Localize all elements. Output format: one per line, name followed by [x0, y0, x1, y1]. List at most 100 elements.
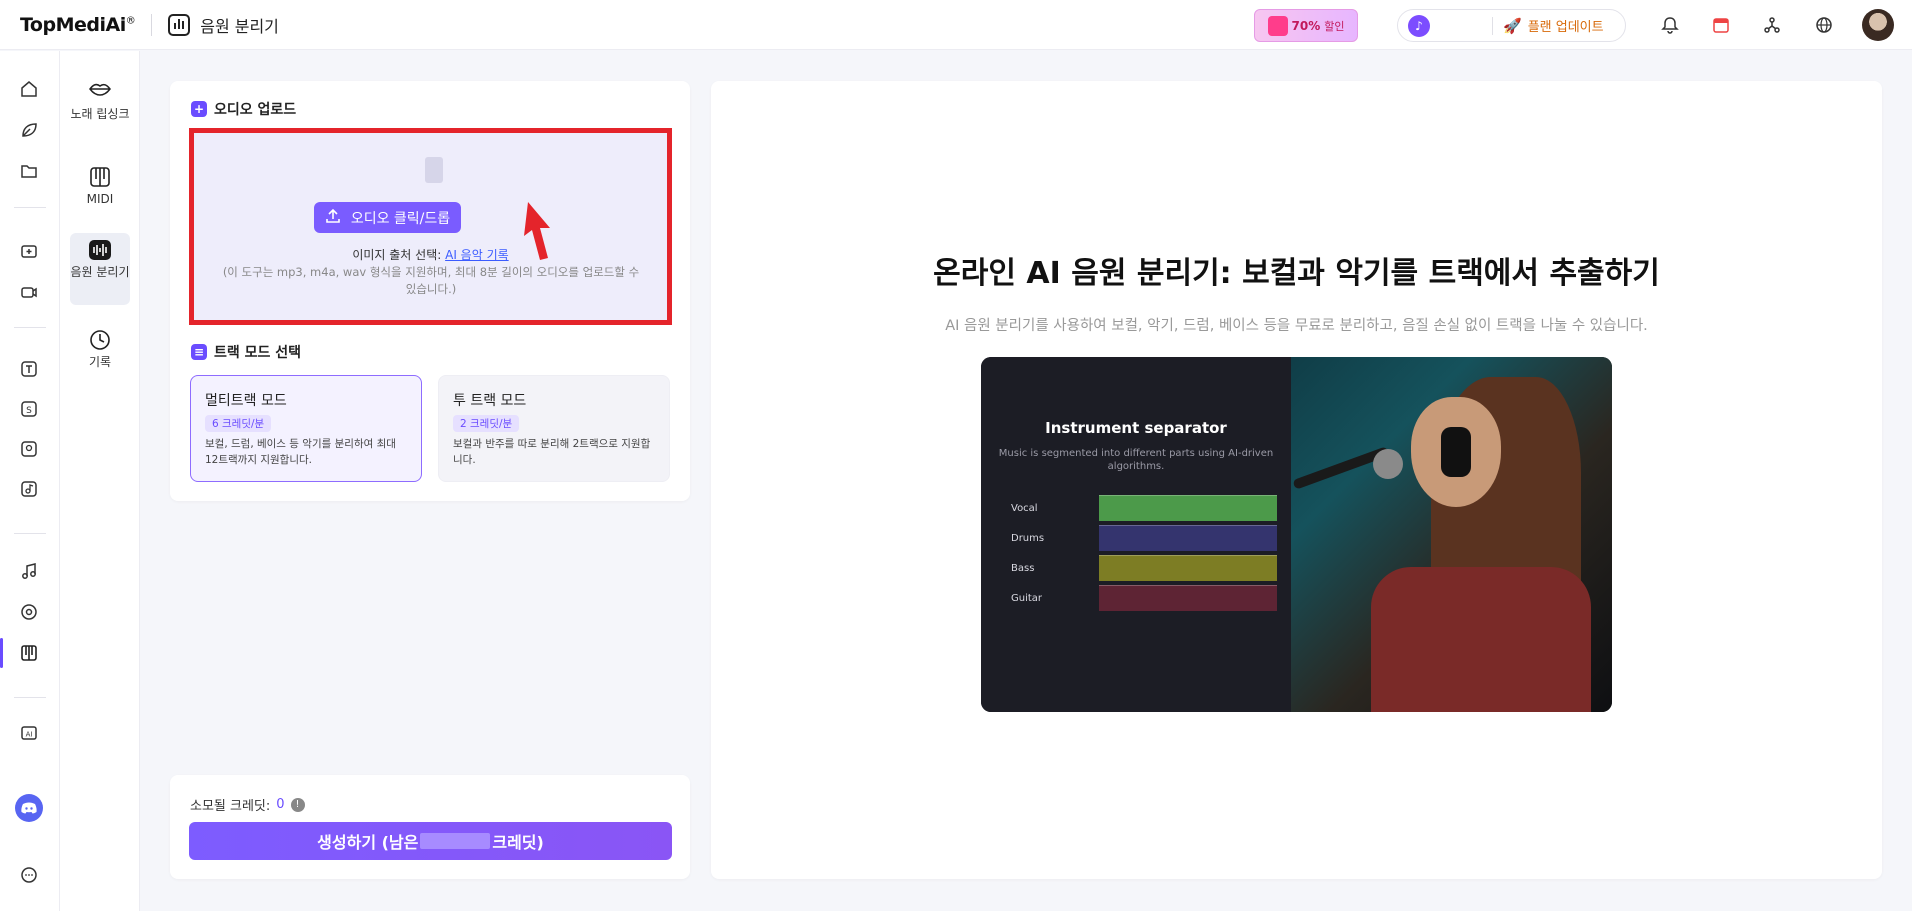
music-edit-icon[interactable] — [17, 477, 41, 501]
gift-icon — [1267, 15, 1288, 36]
disc-icon[interactable] — [17, 600, 41, 624]
share-nodes-icon[interactable] — [1758, 11, 1786, 39]
topbar-divider — [151, 13, 153, 36]
ai-music-history-link[interactable]: AI 음악 기록 — [445, 248, 509, 262]
track-label: Vocal — [1011, 502, 1038, 514]
singer-shirt — [1371, 567, 1591, 712]
text-to-speech-icon[interactable] — [17, 357, 41, 381]
rocket-icon: 🚀 — [1503, 16, 1522, 35]
credit-cost-line: 소모될 크레딧: 0 ! — [190, 795, 305, 814]
discount-promo-button[interactable]: 70% 할인 — [1254, 9, 1358, 42]
page-title: 음원 분리기 — [200, 16, 279, 36]
rail-divider — [14, 697, 46, 698]
two-track-mode-card[interactable]: 투 트랙 모드 2 크레딧/분 보컬과 반주를 따로 분리해 2트랙으로 지원합… — [438, 375, 670, 482]
track-row-guitar: Guitar — [1011, 585, 1277, 611]
app-logo[interactable]: TopMediAi® — [20, 13, 136, 36]
upload-audio-button[interactable]: 오디오 클릭/드롭 — [314, 202, 461, 233]
audio-dropzone[interactable]: 오디오 클릭/드롭 이미지 출처 선택: AI 음악 기록 (이 도구는 mp3… — [189, 128, 672, 325]
mode-title: 투 트랙 모드 — [453, 393, 527, 409]
source-label: 이미지 출처 선택: — [352, 248, 442, 262]
mode-credit-chip: 6 크레딧/분 — [205, 415, 272, 432]
credit-plan-pill[interactable]: ♪ 🚀 플랜 업데이트 — [1397, 9, 1626, 42]
rail-divider — [14, 327, 46, 328]
camera-icon[interactable] — [17, 280, 41, 304]
promo-label: 할인 — [1324, 19, 1345, 33]
music-note-icon[interactable] — [17, 559, 41, 583]
upload-icon — [325, 208, 341, 228]
generate-button[interactable]: 생성하기 (남은 크레딧) — [189, 822, 672, 860]
track-row-bass: Bass — [1011, 555, 1277, 581]
plan-update-link[interactable]: 플랜 업데이트 — [1528, 16, 1604, 35]
calendar-icon[interactable] — [1707, 11, 1735, 39]
promo-percent: 70% — [1291, 18, 1321, 33]
hero-title: 온라인 AI 음원 분리기: 보컬과 악기를 트랙에서 추출하기 — [933, 256, 1660, 291]
globe-icon[interactable] — [1810, 11, 1838, 39]
mode-section-title: ≡ 트랙 모드 선택 — [191, 342, 301, 362]
left-rail: S AI — [0, 51, 60, 911]
mode-credit-chip: 2 크레딧/분 — [453, 415, 520, 432]
bell-icon[interactable] — [1656, 11, 1684, 39]
upload-section-title: + 오디오 업로드 — [191, 99, 296, 119]
track-bar — [1099, 555, 1277, 581]
chat-icon[interactable] — [17, 863, 41, 887]
waveform-icon — [168, 13, 191, 36]
video-add-icon[interactable] — [17, 239, 41, 263]
folder-icon[interactable] — [17, 159, 41, 183]
cost-label: 소모될 크레딧: — [190, 799, 271, 814]
info-icon[interactable]: ! — [290, 797, 305, 812]
waveform-icon — [88, 239, 112, 261]
track-label: Drums — [1011, 532, 1045, 544]
logo-text: TopMediAi — [20, 13, 126, 36]
format-note: (이 도구는 mp3, m4a, wav 형식을 지원하며, 최대 8분 길이의… — [222, 265, 640, 296]
source-select-line: 이미지 출처 선택: AI 음악 기록 — [194, 246, 667, 263]
home-icon[interactable] — [17, 77, 41, 101]
piano-keys-icon — [88, 166, 112, 188]
logo-mark: ® — [125, 15, 136, 27]
avatar[interactable] — [1862, 9, 1894, 41]
lips-icon — [88, 81, 112, 103]
generate-suffix: 크레딧) — [492, 833, 544, 852]
track-bar — [1099, 585, 1277, 611]
plus-badge-icon: + — [191, 101, 207, 117]
track-row-vocal: Vocal — [1011, 495, 1277, 521]
list-badge-icon: ≡ — [191, 344, 207, 360]
subnav-item-history[interactable]: 기록 — [70, 323, 130, 374]
voice-icon[interactable] — [17, 437, 41, 461]
subnav-label: MIDI — [86, 192, 114, 206]
subnav-item-stem-separator[interactable]: 음원 분리기 — [70, 233, 130, 305]
svg-text:AI: AI — [26, 731, 33, 739]
tool-subnav: 노래 립싱크 MIDI 음원 분리기 기록 — [60, 51, 140, 911]
upload-button-label: 오디오 클릭/드롭 — [350, 210, 451, 227]
subnav-item-midi[interactable]: MIDI — [70, 160, 130, 211]
mode-title-text: 트랙 모드 선택 — [214, 345, 302, 361]
track-bar — [1099, 495, 1277, 521]
hero-subtitle: AI 음원 분리기를 사용하여 보컬, 악기, 드럼, 베이스 등을 무료로 분… — [945, 318, 1648, 334]
track-label: Bass — [1011, 562, 1035, 574]
clock-icon — [88, 329, 112, 351]
subnav-label: 노래 립싱크 — [70, 107, 130, 121]
multitrack-mode-card[interactable]: 멀티트랙 모드 6 크레딧/분 보컬, 드럼, 베이스 등 악기를 분리하여 최… — [190, 375, 422, 482]
discord-icon[interactable] — [15, 794, 43, 822]
ai-icon[interactable]: AI — [17, 721, 41, 745]
headphone-icon — [1441, 427, 1471, 477]
music-credit-icon: ♪ — [1408, 14, 1430, 37]
track-bar — [1099, 525, 1277, 551]
mode-description: 보컬, 드럼, 베이스 등 악기를 분리하여 최대 12트랙까지 지원합니다. — [205, 438, 396, 466]
generate-prefix: 생성하기 (남은 — [317, 833, 419, 852]
illustration-subtitle: Music is segmented into different parts … — [998, 448, 1274, 472]
subnav-item-lipsync[interactable]: 노래 립싱크 — [70, 75, 130, 126]
hero-illustration: Instrument separator Music is segmented … — [981, 357, 1612, 712]
page-title-group: 음원 분리기 — [168, 13, 279, 37]
piano-icon[interactable] — [17, 641, 41, 665]
music-file-icon — [425, 157, 443, 183]
rail-divider — [14, 533, 46, 534]
illustration-title: Instrument separator — [1045, 419, 1227, 437]
subnav-label: 기록 — [88, 355, 112, 369]
leaf-icon[interactable] — [17, 118, 41, 142]
mode-description: 보컬과 반주를 따로 분리해 2트랙으로 지원합니다. — [453, 438, 651, 466]
svg-text:S: S — [26, 406, 32, 416]
dollar-icon[interactable]: S — [17, 397, 41, 421]
subnav-label: 음원 분리기 — [70, 265, 130, 279]
redacted-credit-count — [420, 833, 491, 849]
pill-divider — [1492, 16, 1493, 35]
